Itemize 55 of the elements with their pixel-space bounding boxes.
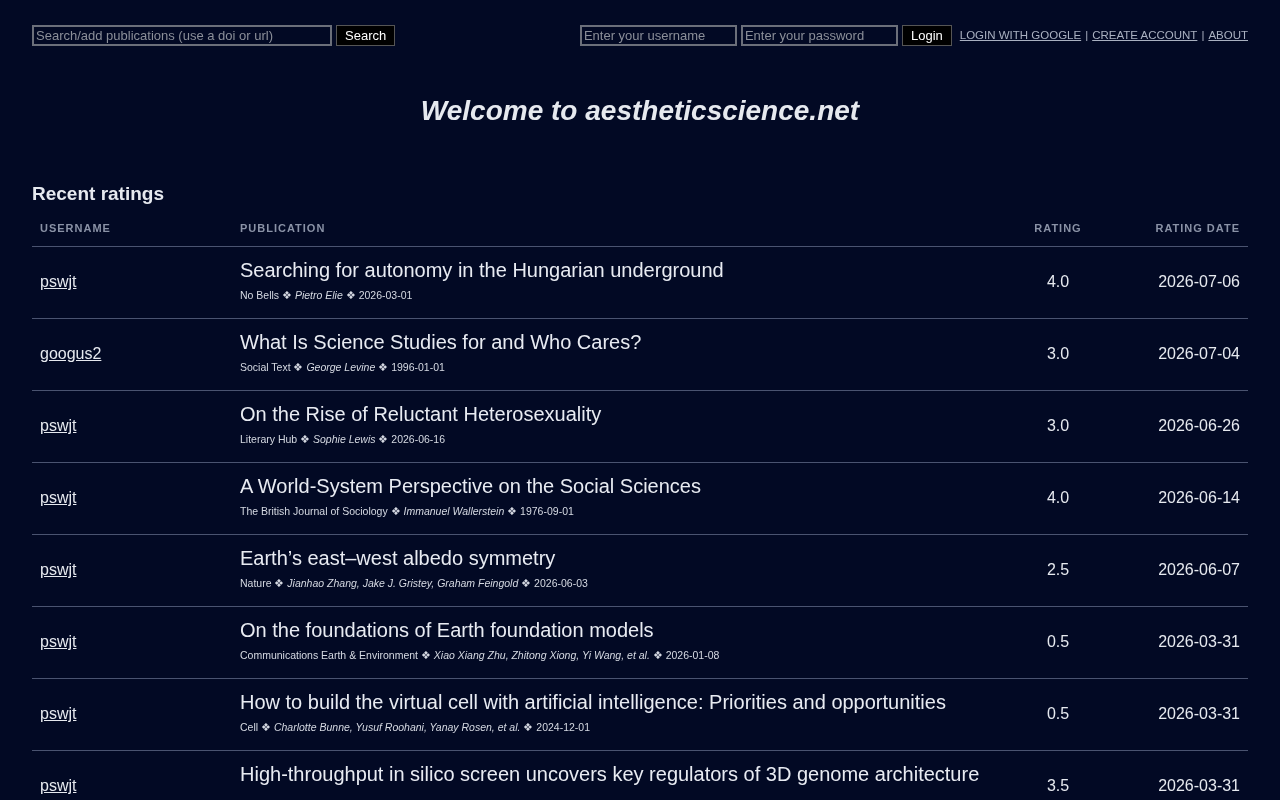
page-title: Welcome to aestheticscience.net — [419, 94, 861, 128]
username-link[interactable]: pswjt — [40, 489, 77, 506]
link-separator: | — [1201, 27, 1205, 43]
rating-date: 2026-06-26 — [1158, 417, 1240, 434]
publication-meta: Communications Earth & Environment ❖ Xiao Xiang Zhu, Zhitong Xiong, Yi Wang, et al. ❖ 2026-01-08 — [240, 647, 720, 663]
nav-link[interactable]: ABOUT — [1208, 26, 1248, 45]
column-header: RATING — [1034, 222, 1082, 234]
rating-value: 3.0 — [1046, 345, 1070, 362]
rating-date: 2026-07-04 — [1158, 345, 1240, 362]
publication-title[interactable]: Earth’s east–west albedo symmetry — [240, 544, 556, 571]
password-field[interactable]: Enter your password — [740, 25, 898, 46]
publication-title[interactable]: On the foundations of Earth foundation models — [240, 616, 654, 643]
nav-link[interactable]: LOGIN WITH GOOGLE — [959, 26, 1082, 45]
rating-date: 2026-07-06 — [1158, 273, 1240, 290]
publication-title[interactable]: On the Rise of Reluctant Heterosexuality — [240, 400, 602, 427]
publication-meta: No Bells ❖ Pietro Elie ❖ 2026-03-01 — [240, 287, 413, 303]
username-field[interactable]: Enter your username — [579, 25, 737, 46]
rating-date: 2026-06-14 — [1158, 489, 1240, 506]
rating-date: 2026-03-31 — [1158, 633, 1240, 650]
rating-value: 4.0 — [1046, 489, 1070, 506]
publication-title[interactable]: High-throughput in silico screen uncovers key regulators of 3D genome architecture — [240, 760, 980, 787]
username-link[interactable]: pswjt — [40, 705, 77, 722]
publication-meta: The British Journal of Sociology ❖ Immanuel Wallerstein ❖ 1976-09-01 — [240, 503, 574, 519]
nav-link[interactable]: CREATE ACCOUNT — [1092, 26, 1198, 45]
rating-value: 3.5 — [1046, 777, 1070, 794]
rating-date: 2026-03-31 — [1158, 705, 1240, 722]
section-title: Recent ratings — [32, 182, 165, 206]
username-link[interactable]: pswjt — [40, 417, 77, 434]
rating-value: 0.5 — [1046, 705, 1070, 722]
publication-title[interactable]: A World-System Perspective on the Social Sciences — [240, 472, 701, 499]
rating-value: 0.5 — [1046, 633, 1070, 650]
login-button[interactable]: Login — [901, 25, 952, 46]
publication-title[interactable]: Searching for autonomy in the Hungarian underground — [240, 256, 724, 283]
publication-title[interactable]: What Is Science Studies for and Who Cares? — [240, 328, 642, 355]
username-link[interactable]: googus2 — [40, 345, 102, 362]
publication-meta: Nature ❖ Jianhao Zhang, Jake J. Gristey, Graham Feingold ❖ 2026-06-03 — [240, 575, 588, 591]
column-header: PUBLICATION — [240, 222, 326, 234]
rating-date: 2026-03-31 — [1158, 777, 1240, 794]
publication-title[interactable]: How to build the virtual cell with artificial intelligence: Priorities and opportunities — [240, 688, 946, 715]
publication-meta: Social Text ❖ George Levine ❖ 1996-01-01 — [240, 359, 445, 375]
publication-meta: Cell ❖ Charlotte Bunne, Yusuf Roohani, Yanay Rosen, et al. ❖ 2024-12-01 — [240, 719, 590, 735]
rating-value: 4.0 — [1046, 273, 1070, 290]
username-link[interactable]: pswjt — [40, 561, 77, 578]
search-button[interactable]: Search — [336, 25, 396, 46]
username-link[interactable]: pswjt — [40, 273, 77, 290]
link-separator: | — [1085, 27, 1089, 43]
rating-date: 2026-06-07 — [1158, 561, 1240, 578]
username-link[interactable]: pswjt — [40, 633, 77, 650]
search-field[interactable]: Search/add publications (use a doi or url) — [32, 25, 332, 46]
column-header: USERNAME — [40, 222, 111, 234]
column-header: RATING DATE — [1155, 222, 1240, 234]
username-link[interactable]: pswjt — [40, 777, 77, 794]
rating-value: 3.0 — [1046, 417, 1070, 434]
rating-value: 2.5 — [1046, 561, 1070, 578]
publication-meta: Literary Hub ❖ Sophie Lewis ❖ 2026-06-16 — [240, 431, 446, 447]
